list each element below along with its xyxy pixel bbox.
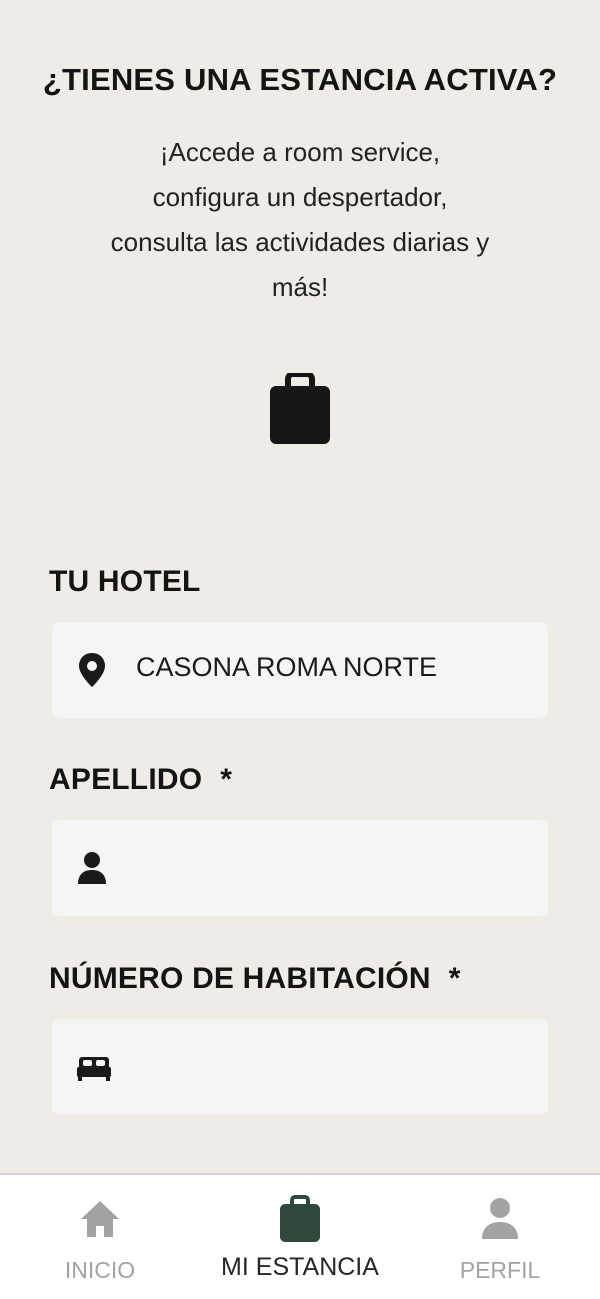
last-name-label: APELLIDO * bbox=[49, 763, 232, 797]
room-number-label: NÚMERO DE HABITACIÓN * bbox=[49, 962, 461, 996]
subtitle-line: más! bbox=[271, 272, 329, 302]
nav-label-mi-estancia: MI ESTANCIA bbox=[221, 1253, 379, 1281]
last-name-label-text: APELLIDO bbox=[49, 763, 203, 796]
subtitle-line: configura un despertador, bbox=[152, 182, 448, 212]
main-content: ¿TIENES UNA ESTANCIA ACTIVA? ¡Accede a r… bbox=[0, 0, 600, 1173]
subtitle-line: ¡Accede a room service, bbox=[159, 137, 441, 167]
subtitle-line: consulta las actividades diarias y bbox=[110, 227, 490, 257]
hotel-label-text: TU HOTEL bbox=[49, 565, 201, 598]
required-mark: * bbox=[220, 763, 233, 796]
bed-icon bbox=[76, 1049, 111, 1085]
room-number-input[interactable] bbox=[136, 1043, 526, 1091]
room-number-label-text: NÚMERO DE HABITACIÓN bbox=[49, 962, 431, 995]
hotel-label: TU HOTEL bbox=[49, 565, 201, 599]
required-mark: * bbox=[448, 962, 461, 995]
hotel-select[interactable]: CASONA ROMA NORTE bbox=[52, 622, 548, 718]
location-pin-icon bbox=[76, 652, 108, 688]
nav-item-perfil[interactable]: PERFIL bbox=[430, 1175, 570, 1299]
home-icon bbox=[78, 1195, 122, 1243]
nav-label-perfil: PERFIL bbox=[459, 1257, 541, 1283]
last-name-field[interactable] bbox=[52, 820, 548, 916]
person-icon bbox=[76, 850, 108, 886]
room-number-field[interactable] bbox=[52, 1019, 548, 1115]
nav-label-inicio: INICIO bbox=[64, 1257, 136, 1283]
page-title: ¿TIENES UNA ESTANCIA ACTIVA? bbox=[42, 62, 558, 97]
page-subtitle: ¡Accede a room service, configura un des… bbox=[100, 130, 500, 310]
last-name-input[interactable] bbox=[136, 844, 526, 892]
hotel-value: CASONA ROMA NORTE bbox=[136, 652, 438, 682]
person-icon bbox=[478, 1195, 522, 1243]
nav-item-inicio[interactable]: INICIO bbox=[30, 1175, 170, 1299]
briefcase-icon bbox=[268, 371, 332, 445]
nav-item-mi-estancia[interactable]: MI ESTANCIA bbox=[200, 1175, 400, 1299]
briefcase-icon bbox=[278, 1195, 322, 1243]
bottom-nav: INICIO MI ESTANCIA PERFIL bbox=[0, 1173, 600, 1299]
